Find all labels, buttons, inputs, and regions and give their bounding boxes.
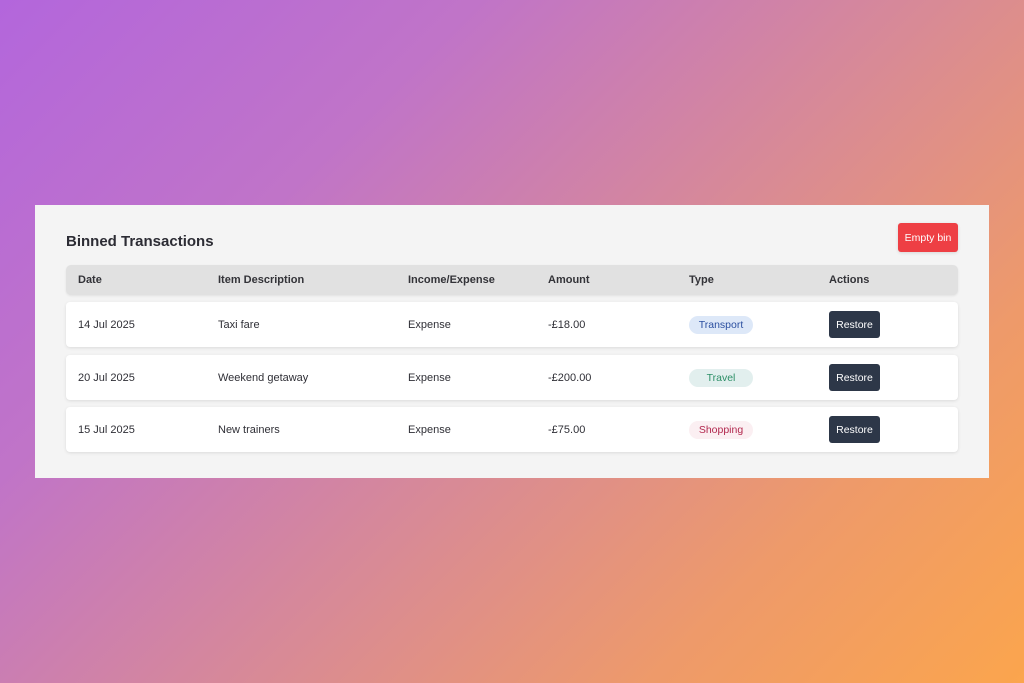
- empty-bin-button[interactable]: Empty bin: [898, 223, 958, 252]
- cell-income-expense: Expense: [408, 318, 451, 331]
- binned-transactions-panel: Binned Transactions Empty bin Date Item …: [35, 205, 989, 478]
- cell-amount: -£75.00: [548, 423, 586, 436]
- type-badge-transport: Transport: [689, 315, 753, 334]
- cell-amount: -£18.00: [548, 318, 586, 331]
- cell-date: 14 Jul 2025: [78, 318, 135, 331]
- cell-amount: -£200.00: [548, 371, 592, 384]
- column-header-income-expense: Income/Expense: [408, 274, 495, 286]
- type-badge-travel: Travel: [689, 368, 753, 387]
- table-row: 20 Jul 2025 Weekend getaway Expense -£20…: [66, 355, 958, 400]
- restore-button[interactable]: Restore: [829, 311, 880, 338]
- panel-title: Binned Transactions: [66, 233, 214, 250]
- restore-button[interactable]: Restore: [829, 364, 880, 391]
- cell-date: 20 Jul 2025: [78, 371, 135, 384]
- cell-actions: Restore: [829, 302, 880, 347]
- cell-type: Shopping: [689, 407, 753, 452]
- column-header-type: Type: [689, 274, 714, 286]
- cell-type: Transport: [689, 302, 753, 347]
- column-header-date: Date: [78, 274, 102, 286]
- cell-income-expense: Expense: [408, 423, 451, 436]
- cell-description: Weekend getaway: [218, 371, 309, 384]
- cell-income-expense: Expense: [408, 371, 451, 384]
- cell-description: Taxi fare: [218, 318, 260, 331]
- column-header-amount: Amount: [548, 274, 590, 286]
- cell-description: New trainers: [218, 423, 280, 436]
- cell-actions: Restore: [829, 407, 880, 452]
- column-header-actions: Actions: [829, 274, 870, 286]
- cell-actions: Restore: [829, 355, 880, 400]
- table-row: 14 Jul 2025 Taxi fare Expense -£18.00 Tr…: [66, 302, 958, 347]
- table-header: Date Item Description Income/Expense Amo…: [66, 265, 958, 295]
- table-row: 15 Jul 2025 New trainers Expense -£75.00…: [66, 407, 958, 452]
- type-badge-shopping: Shopping: [689, 420, 753, 439]
- cell-type: Travel: [689, 355, 753, 400]
- cell-date: 15 Jul 2025: [78, 423, 135, 436]
- restore-button[interactable]: Restore: [829, 416, 880, 443]
- column-header-item-description: Item Description: [218, 274, 305, 286]
